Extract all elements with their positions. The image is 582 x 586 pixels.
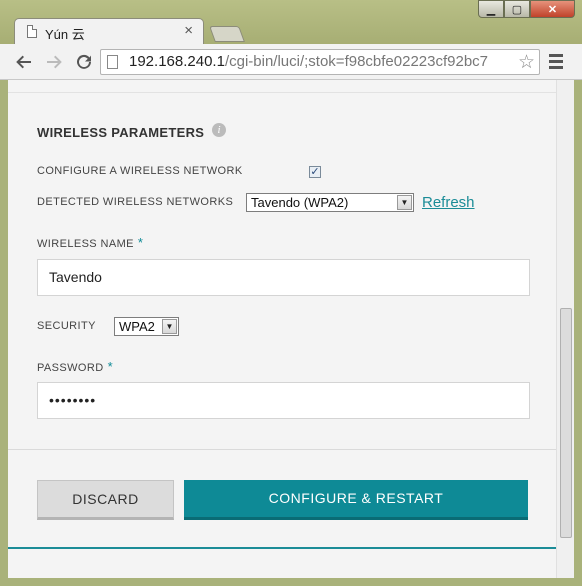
- dropdown-arrow-icon: ▼: [162, 319, 177, 334]
- configure-wireless-label: CONFIGURE A WIRELESS NETWORK: [37, 165, 243, 177]
- browser-tab[interactable]: Yún 云 ×: [14, 18, 204, 44]
- dropdown-arrow-icon: ▼: [397, 195, 412, 210]
- page-icon: [107, 55, 118, 69]
- discard-button[interactable]: DISCARD: [37, 480, 174, 520]
- required-mark: *: [137, 235, 144, 250]
- browser-toolbar: 192.168.240.1/cgi-bin/luci/;stok=f98cbfe…: [0, 44, 582, 80]
- security-label: SECURITY: [37, 320, 96, 332]
- scrollbar-thumb[interactable]: [560, 308, 572, 538]
- divider: [8, 449, 557, 450]
- section-title: WIRELESS PARAMETERS: [37, 125, 205, 140]
- maximize-button[interactable]: ▢: [504, 0, 530, 18]
- required-mark: *: [107, 359, 114, 374]
- security-value: WPA2: [119, 319, 155, 334]
- minimize-button[interactable]: ▁: [478, 0, 504, 18]
- title-bar: Yún 云 × ▁ ▢ ✕: [0, 0, 582, 44]
- divider: [8, 92, 557, 93]
- tab-title: Yún 云: [45, 27, 85, 42]
- forward-icon[interactable]: [42, 50, 66, 74]
- footer-accent-line: [8, 547, 557, 549]
- configure-restart-button[interactable]: CONFIGURE & RESTART: [184, 480, 528, 520]
- security-select[interactable]: WPA2 ▼: [114, 317, 179, 336]
- detected-networks-value: Tavendo (WPA2): [251, 195, 349, 210]
- wireless-name-label: WIRELESS NAME *: [37, 235, 144, 250]
- wireless-name-input[interactable]: Tavendo: [37, 259, 530, 296]
- close-tab-icon[interactable]: ×: [184, 22, 193, 39]
- detected-networks-select[interactable]: Tavendo (WPA2) ▼: [246, 193, 414, 212]
- password-input[interactable]: ••••••••: [37, 382, 530, 419]
- info-icon[interactable]: i: [212, 123, 226, 137]
- address-bar[interactable]: 192.168.240.1/cgi-bin/luci/;stok=f98cbfe…: [100, 49, 540, 75]
- page-icon: [27, 25, 37, 38]
- reload-icon[interactable]: [72, 50, 96, 74]
- menu-icon[interactable]: [549, 54, 563, 72]
- checkmark-icon: ✓: [310, 166, 320, 178]
- wireless-form: WIRELESS PARAMETERS i CONFIGURE A WIRELE…: [8, 80, 557, 578]
- star-icon[interactable]: ☆: [518, 51, 535, 74]
- refresh-link[interactable]: Refresh: [422, 194, 475, 211]
- page-viewport: WIRELESS PARAMETERS i CONFIGURE A WIRELE…: [8, 80, 574, 578]
- password-label: PASSWORD *: [37, 359, 114, 374]
- window-controls: ▁ ▢ ✕: [478, 0, 575, 18]
- detected-networks-label: DETECTED WIRELESS NETWORKS: [37, 196, 234, 208]
- scrollbar[interactable]: [556, 80, 574, 578]
- url-text[interactable]: 192.168.240.1/cgi-bin/luci/;stok=f98cbfe…: [129, 53, 513, 70]
- new-tab-button[interactable]: [209, 26, 245, 42]
- close-window-button[interactable]: ✕: [530, 0, 575, 18]
- back-icon[interactable]: [12, 50, 36, 74]
- configure-wireless-checkbox[interactable]: ✓: [309, 166, 321, 178]
